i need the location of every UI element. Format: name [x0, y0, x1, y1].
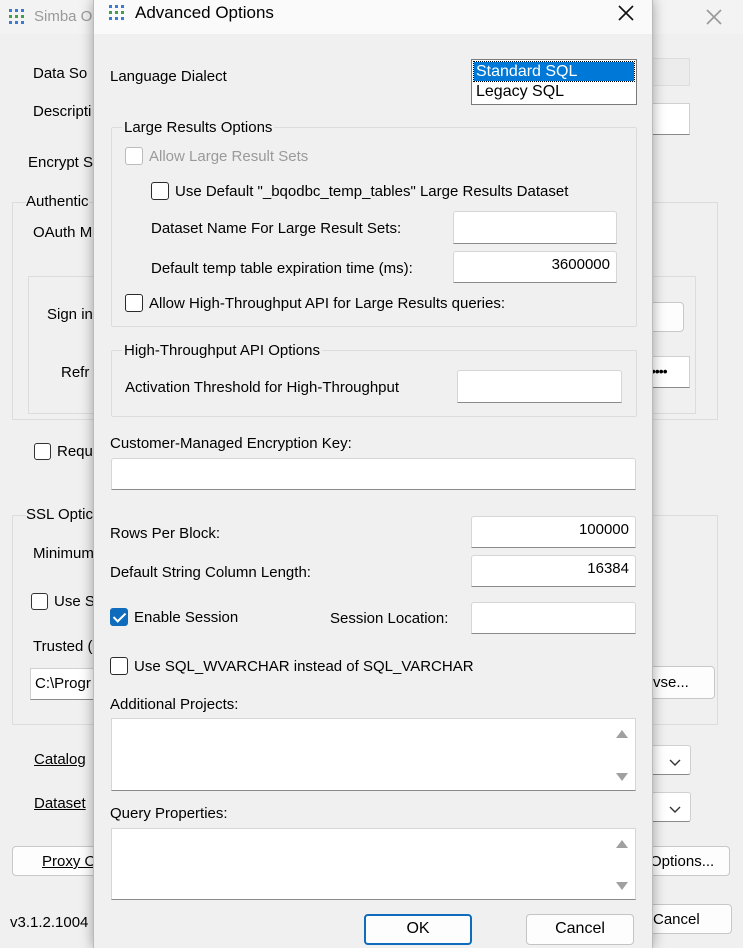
cmek-input[interactable]: [111, 458, 636, 490]
scroll-down-icon[interactable]: [616, 773, 628, 781]
oauth-label: OAuth M: [33, 224, 93, 241]
language-dialect-label: Language Dialect: [110, 68, 227, 85]
ssl-options-label: SSL Optic: [26, 506, 93, 524]
rows-per-block-label: Rows Per Block:: [110, 525, 221, 542]
scroll-down-icon[interactable]: [616, 882, 628, 890]
authentication-label: Authentic: [26, 193, 89, 211]
allow-large-results-label: Allow Large Result Sets: [149, 148, 309, 165]
chevron-down-icon: [669, 802, 681, 819]
app-icon: [8, 8, 26, 30]
use-default-dataset-label: Use Default "_bqodbc_temp_tables" Large …: [175, 183, 569, 200]
chevron-down-icon: [669, 755, 681, 772]
use-wvarchar-label: Use SQL_WVARCHAR instead of SQL_VARCHAR: [134, 658, 474, 675]
dataset-name-input[interactable]: [453, 211, 617, 244]
additional-projects-textarea[interactable]: [111, 718, 636, 791]
ok-button[interactable]: OK: [364, 914, 472, 945]
scroll-up-icon[interactable]: [616, 730, 628, 738]
description-label: Descripti: [33, 103, 92, 120]
sign-in-label: Sign in: [47, 306, 93, 323]
trusted-path-value: C:\Progr: [35, 675, 91, 692]
allow-high-throughput-label: Allow High-Throughput API for Large Resu…: [149, 295, 506, 312]
advanced-options-button[interactable]: Options...: [640, 846, 730, 876]
dialect-option-legacy-sql[interactable]: Legacy SQL: [474, 82, 634, 101]
app-icon: [108, 4, 126, 26]
data-source-label: Data So: [33, 65, 88, 82]
require-label: Requ: [57, 443, 93, 460]
scrollbar[interactable]: [609, 829, 635, 899]
dialog-title: Advanced Options: [135, 3, 274, 22]
version-label: v3.1.2.1004: [10, 914, 89, 931]
use-wvarchar-checkbox[interactable]: [110, 657, 128, 675]
rows-per-block-input[interactable]: 100000: [471, 516, 636, 548]
trusted-path-input[interactable]: C:\Progr: [30, 668, 100, 700]
dataset-name-label: Dataset Name For Large Result Sets:: [151, 220, 402, 237]
session-location-input[interactable]: [471, 602, 636, 634]
session-location-label: Session Location:: [330, 610, 449, 627]
advanced-options-label: Options...: [650, 853, 715, 870]
enable-session-checkbox[interactable]: [110, 608, 128, 626]
use-system-label: Use S: [54, 593, 95, 610]
advanced-options-dialog: Advanced Options Language Dialect Standa…: [93, 0, 653, 948]
trusted-label: Trusted (: [33, 638, 93, 655]
encrypt-label: Encrypt S: [28, 154, 94, 171]
minimum-label: Minimum: [33, 545, 94, 562]
browse-label: vse...: [653, 674, 689, 691]
activation-threshold-label: Activation Threshold for High-Throughput: [125, 379, 400, 396]
background-cancel-label: Cancel: [653, 911, 700, 928]
dataset-label: Dataset: [34, 795, 86, 812]
language-dialect-listbox[interactable]: Standard SQL Legacy SQL: [471, 59, 637, 105]
allow-large-results-checkbox[interactable]: [125, 147, 143, 165]
expiration-label: Default temp table expiration time (ms):: [151, 260, 413, 277]
background-close-icon[interactable]: [704, 7, 724, 31]
scroll-up-icon[interactable]: [616, 840, 628, 848]
use-system-checkbox[interactable]: [31, 593, 48, 610]
background-window-title: Simba O: [34, 8, 93, 25]
enable-session-label: Enable Session: [134, 609, 239, 626]
query-properties-label: Query Properties:: [110, 805, 228, 822]
close-icon[interactable]: [616, 3, 636, 27]
large-results-group-title: Large Results Options: [122, 119, 275, 137]
string-length-label: Default String Column Length:: [110, 564, 311, 581]
proxy-options-label: Proxy O: [42, 853, 97, 870]
require-checkbox[interactable]: [34, 443, 51, 460]
proxy-options-button[interactable]: Proxy O: [12, 846, 102, 876]
refresh-label: Refr: [61, 364, 90, 381]
allow-high-throughput-checkbox[interactable]: [125, 294, 143, 312]
use-default-dataset-checkbox[interactable]: [151, 182, 169, 200]
catalog-label: Catalog: [34, 751, 86, 768]
cancel-button[interactable]: Cancel: [526, 914, 634, 945]
high-throughput-group-title: High-Throughput API Options: [122, 342, 322, 360]
expiration-input[interactable]: 3600000: [453, 251, 617, 283]
query-properties-textarea[interactable]: [111, 828, 636, 900]
scrollbar[interactable]: [609, 719, 635, 790]
additional-projects-label: Additional Projects:: [110, 696, 239, 713]
dialog-titlebar: Advanced Options: [94, 0, 652, 34]
refresh-token-mask: ••••: [651, 363, 668, 379]
dialect-option-standard-sql[interactable]: Standard SQL: [473, 61, 635, 82]
activation-threshold-input[interactable]: [457, 370, 622, 403]
cmek-label: Customer-Managed Encryption Key:: [110, 435, 352, 452]
background-cancel-button[interactable]: Cancel: [640, 904, 732, 934]
string-length-input[interactable]: 16384: [471, 555, 636, 587]
